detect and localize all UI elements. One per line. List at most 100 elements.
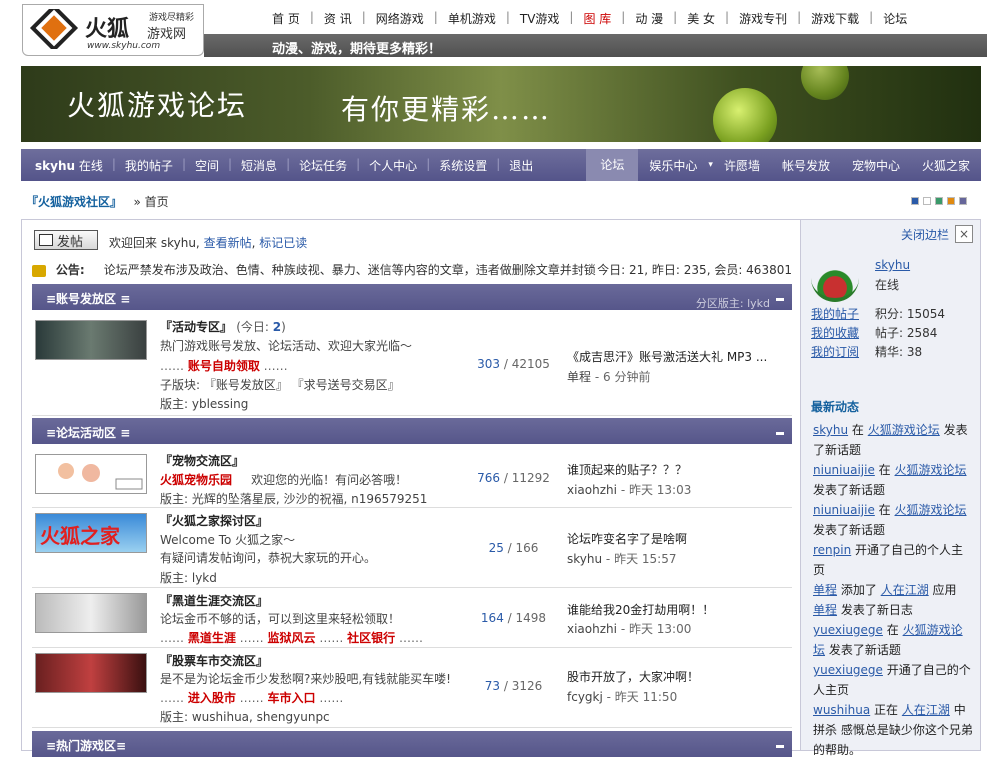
forum-thumbnail[interactable] [35,320,147,360]
feed-target[interactable]: 人在江湖 [881,583,929,597]
forum-moderator[interactable]: 版主: 光辉的坠落星辰, 沙沙的祝福, n196579251 [160,490,427,507]
main-nav-item[interactable]: 我的帖子 [116,157,182,174]
main-nav-tab[interactable]: 论坛 [586,149,639,181]
main-nav-item[interactable]: 论坛任务 [290,157,356,174]
main-nav-tab[interactable]: 火狐之家 [911,157,981,174]
main-nav-item[interactable]: 系统设置 [430,157,496,174]
last-post-title[interactable]: 论坛咋变名字了是啥啊 [567,530,687,547]
forum-link[interactable]: 监狱风云 [268,631,316,645]
feed-user[interactable]: yuexiugege [813,623,883,637]
feed-target[interactable]: 人在江湖 [902,703,950,717]
feed-user[interactable]: wushihua [813,703,870,717]
main-nav-item[interactable]: 退出 [500,157,542,174]
forum-thumbnail[interactable] [35,454,147,494]
announcement-text[interactable]: 论坛严禁发布涉及政治、色情、种族歧视、暴力、迷信等内容的文章，违者做删除文章并封… [104,263,596,277]
forum-subforums[interactable]: 子版块: 『账号发放区』 『求号送号交易区』 [160,376,400,393]
collapse-icon[interactable] [776,745,784,748]
forum-moderator[interactable]: 版主: yblessing [160,395,248,412]
sidebar-status: 在线 [875,278,900,292]
feed-user[interactable]: 单程 [813,603,837,617]
feed-target[interactable]: 火狐游戏论坛 [895,503,967,517]
main-nav-tab[interactable]: 娱乐中心 [638,157,708,174]
category-moderator[interactable]: 分区版主: lykd [696,295,770,311]
last-post-title[interactable]: 谁顶起来的贴子？？？ [567,461,687,478]
top-nav-item[interactable]: 资 讯 [314,10,362,30]
last-post-title[interactable]: 《成吉思汗》账号激活送大礼 MP3 ... [567,348,767,365]
last-post-meta: xiaohzhi - 昨天 13:00 [567,622,692,636]
forum-name[interactable]: 『股票车市交流区』 [160,652,268,669]
breadcrumb-home[interactable]: 『火狐游戏社区』 [26,195,122,209]
avatar[interactable] [811,258,859,302]
collapse-icon[interactable] [776,432,784,435]
feed-user[interactable]: niuniuaijie [813,463,875,477]
main-nav-item[interactable]: 短消息 [232,157,286,174]
forum-name[interactable]: 『宠物交流区』 [160,452,244,469]
top-nav-item[interactable]: 单机游戏 [438,10,506,30]
feed-user[interactable]: skyhu [813,423,848,437]
feed-user[interactable]: yuexiugege [813,663,883,677]
forum-link[interactable]: 黑道生涯 [188,631,236,645]
forum-link[interactable]: 进入股市 [188,691,236,705]
top-nav-item[interactable]: 图 库 [573,10,621,30]
theme-swatch[interactable] [935,197,943,205]
theme-swatch[interactable] [947,197,955,205]
theme-swatch[interactable] [911,197,919,205]
forum-thumbnail[interactable] [35,653,147,693]
last-post-title[interactable]: 股市开放了，大家冲啊！ [567,668,699,685]
top-nav-item[interactable]: 美 女 [677,10,725,30]
forum-row: 火狐之家 『火狐之家探讨区』 Welcome To 火狐之家～ 有疑问请发帖询问… [32,509,792,588]
forum-name[interactable]: 『黑道生涯交流区』 [160,592,268,609]
mark-read-link[interactable]: 标记已读 [259,236,307,250]
collapse-icon[interactable] [776,298,784,301]
theme-swatch[interactable] [959,197,967,205]
sidebar-username[interactable]: skyhu [875,258,910,272]
forum-counts: 73 / 3126 [484,679,543,693]
theme-swatch[interactable] [923,197,931,205]
forum-name[interactable]: 『活动专区』 (今日: 2) [160,318,286,335]
forum-name[interactable]: 『火狐之家探讨区』 [160,512,268,529]
top-nav-item[interactable]: 游戏专刊 [729,10,797,30]
forum-moderator[interactable]: 版主: lykd [160,569,217,586]
close-icon[interactable]: × [955,225,973,243]
logo-name: 火狐 [85,16,130,42]
category-header[interactable]: ≡论坛活动区 ≡ [32,418,792,444]
feed-target[interactable]: 火狐游戏论坛 [868,423,940,437]
forum-link[interactable]: 车市入口 [268,691,316,705]
site-logo[interactable]: 火狐 游戏尽精彩 游戏网 www.skyhu.com [22,4,204,56]
top-nav-item[interactable]: 论坛 [873,10,917,30]
category-header[interactable]: ≡账号发放区 ≡ 分区版主: lykd [32,284,792,310]
category-header[interactable]: ≡热门游戏区≡ [32,731,792,757]
forum-moderator[interactable]: 版主: wushihua, shengyunpc [160,708,330,725]
main-nav-tab[interactable]: 宠物中心 [841,157,911,174]
my-favorites-link[interactable]: 我的收藏 [811,324,859,343]
feed-target[interactable]: 火狐游戏论坛 [895,463,967,477]
feed-user[interactable]: renpin [813,543,851,557]
my-subscriptions-link[interactable]: 我的订阅 [811,343,859,362]
forum-link[interactable]: 账号自助领取 [188,359,260,373]
top-nav-item[interactable]: 动 漫 [625,10,673,30]
main-nav-item[interactable]: 个人中心 [360,157,426,174]
forum-thumbnail[interactable]: 火狐之家 [35,513,147,553]
main-nav-tab[interactable]: 许愿墙 [713,157,771,174]
main-nav-tab[interactable]: 帐号发放 [771,157,841,174]
apple-icon [801,66,849,100]
feed-user[interactable]: niuniuaijie [813,503,875,517]
banner-title: 火狐游戏论坛 [67,89,248,122]
nav-user[interactable]: skyhu 在线 [21,157,112,174]
top-nav-item[interactable]: 首 页 [262,10,310,30]
feed-user[interactable]: 单程 [813,583,837,597]
last-post-meta: fcygkj - 昨天 11:50 [567,690,678,704]
top-nav-item[interactable]: 游戏下载 [801,10,869,30]
top-nav-item[interactable]: 网络游戏 [366,10,434,30]
new-post-button[interactable]: 发帖 [34,230,98,250]
main-nav-item[interactable]: 空间 [186,157,228,174]
forum-link[interactable]: 社区银行 [347,631,395,645]
feed-item: 单程 添加了 人在江湖 应用 [813,580,973,600]
forum-thumbnail[interactable] [35,593,147,633]
last-post-meta: 单程 - 6 分钟前 [567,370,651,384]
last-post-title[interactable]: 谁能给我20金打劫用啊！！ [567,601,714,618]
view-new-posts-link[interactable]: 查看新帖 [204,236,252,250]
top-nav-item[interactable]: TV游戏 [510,10,570,30]
my-posts-link[interactable]: 我的帖子 [811,305,859,324]
close-sidebar-link[interactable]: 关闭边栏 [901,226,949,243]
